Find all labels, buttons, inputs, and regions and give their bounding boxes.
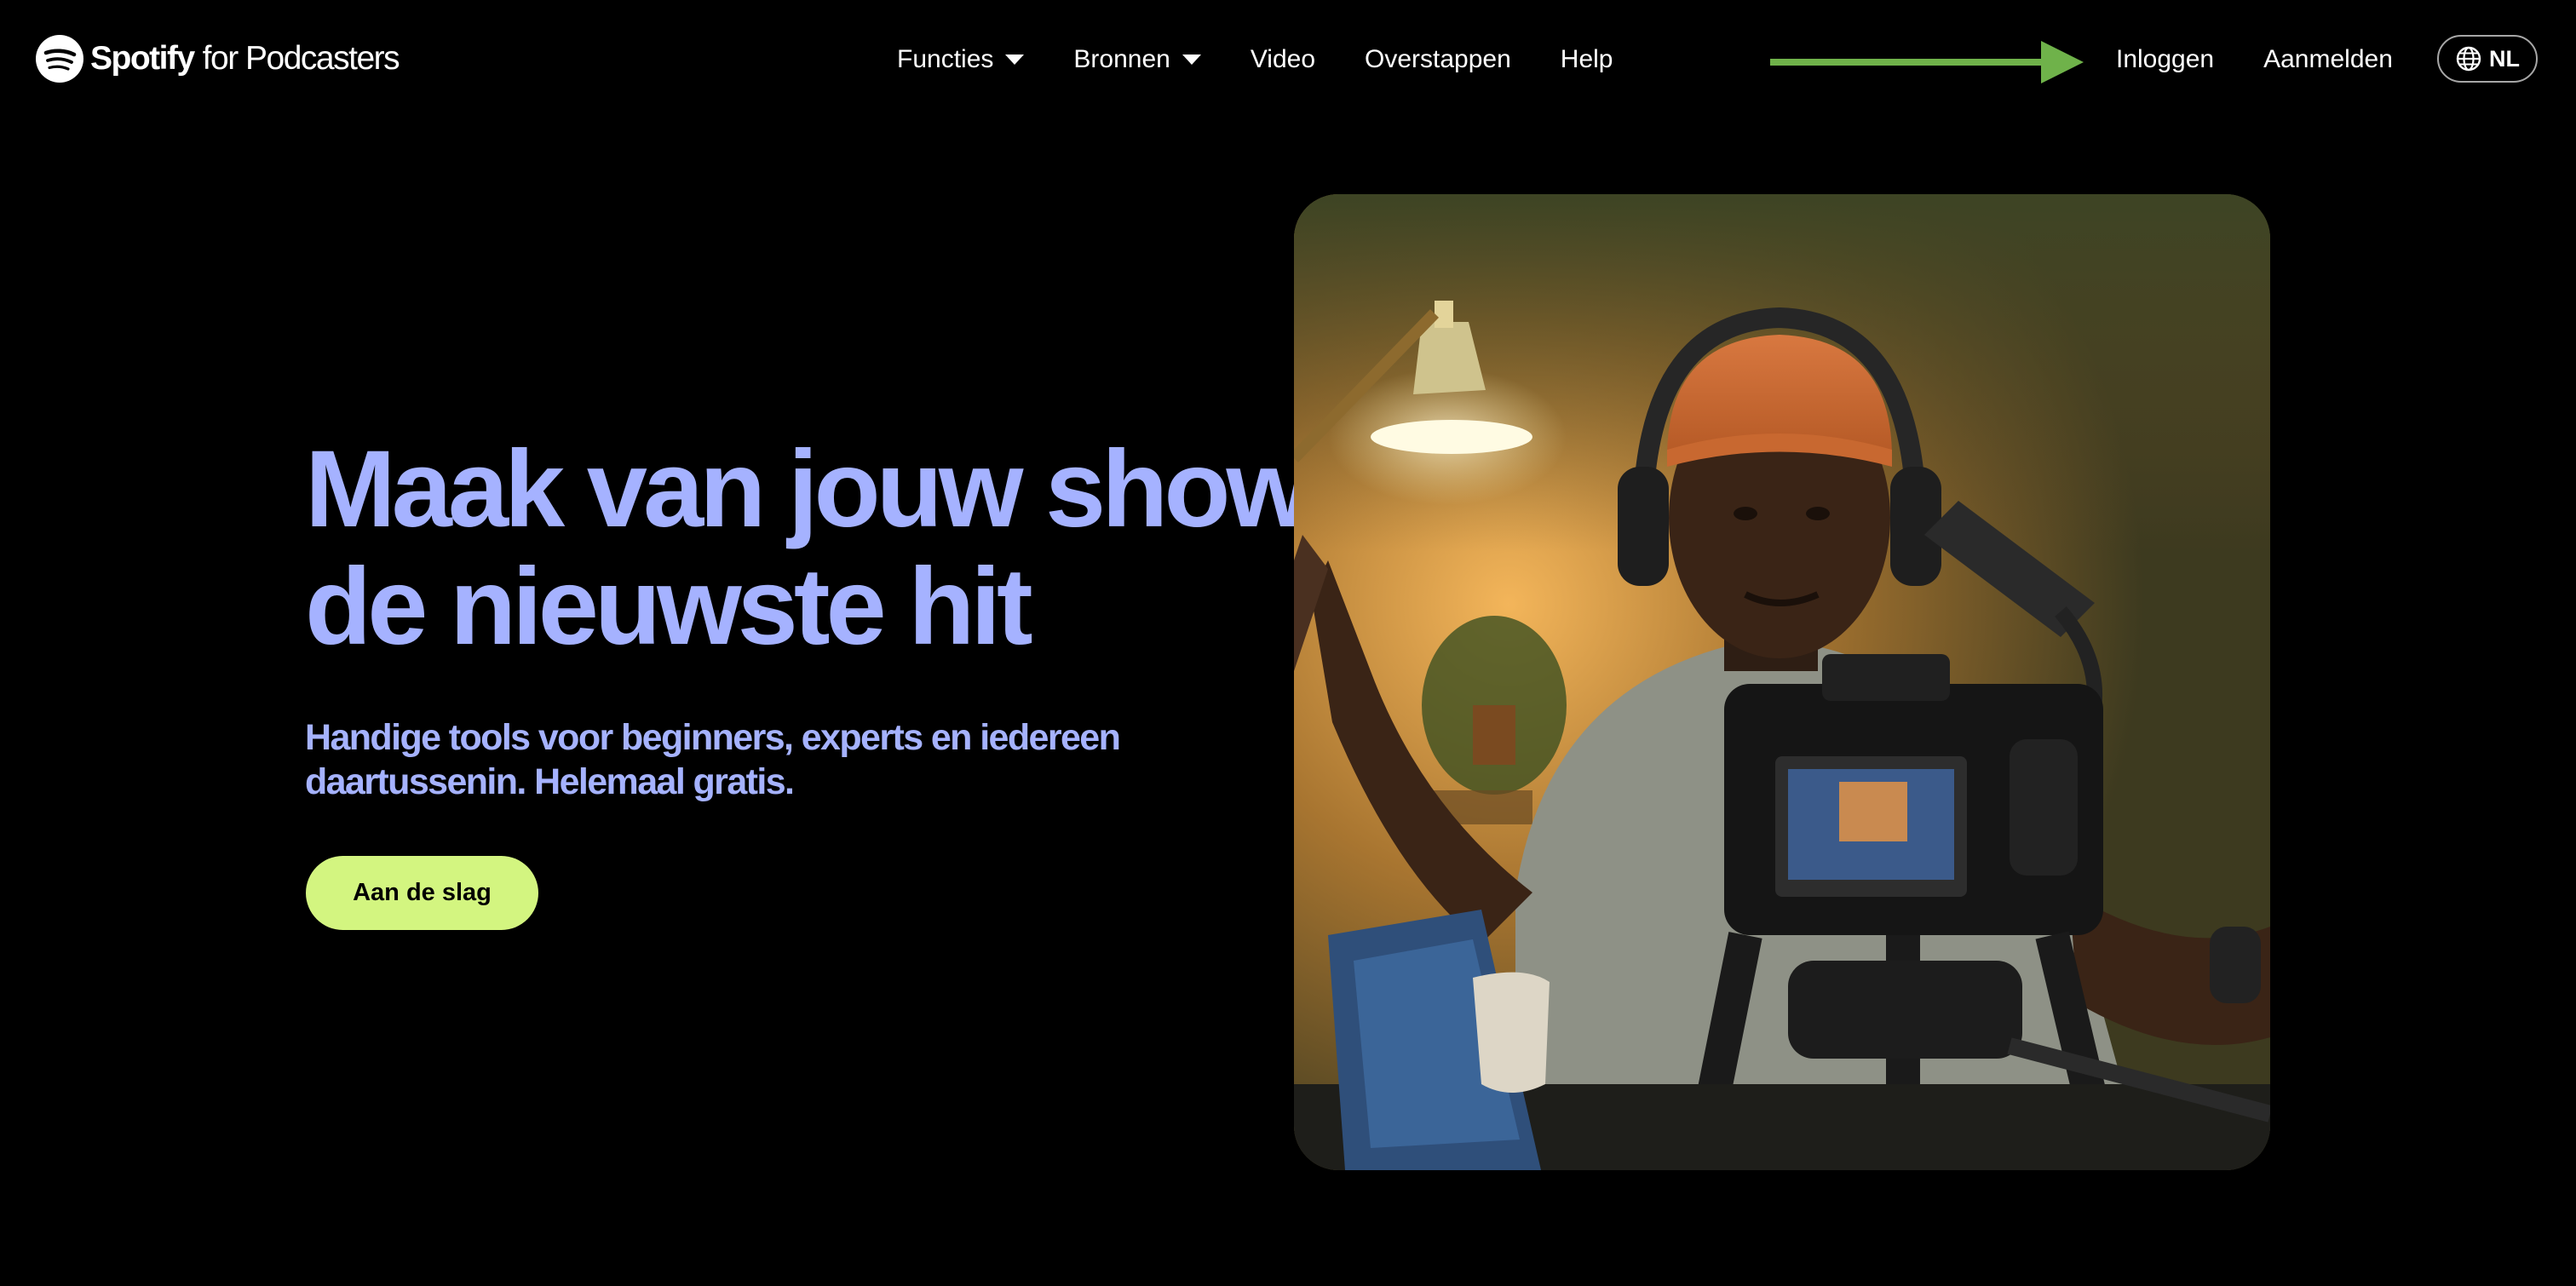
- globe-icon: [2456, 46, 2481, 72]
- logo-brand: Spotify: [90, 40, 195, 77]
- hero-title-line: de nieuwste hit: [305, 546, 1033, 668]
- main-nav: Functies Bronnen Video Overstappen Help: [897, 37, 1613, 82]
- logo-suffix: for Podcasters: [202, 40, 400, 77]
- hero-image: [1294, 194, 2270, 1170]
- nav-item-video[interactable]: Video: [1251, 45, 1315, 74]
- login-link[interactable]: Inloggen: [2116, 45, 2214, 74]
- language-selector-button[interactable]: NL: [2437, 35, 2538, 83]
- site-header: Spotify for Podcasters Functies Bronnen …: [0, 0, 2576, 119]
- podcaster-scene-image: [1294, 194, 2270, 1170]
- annotation-arrow-icon: [1770, 41, 2084, 83]
- nav-item-label: Help: [1560, 45, 1613, 73]
- nav-item-label: Video: [1250, 45, 1316, 73]
- hero-title: Maak van jouw show de nieuwste hit: [305, 428, 1311, 668]
- logo-wordmark: Spotify for Podcasters: [90, 40, 400, 78]
- nav-item-bronnen[interactable]: Bronnen: [1073, 45, 1201, 74]
- nav-item-overstappen[interactable]: Overstappen: [1365, 45, 1511, 74]
- get-started-button[interactable]: Aan de slag: [306, 856, 538, 930]
- nav-item-label: Overstappen: [1365, 45, 1511, 73]
- hero-subtitle: Handige tools voor beginners, experts en…: [305, 717, 1121, 802]
- spotify-for-podcasters-logo[interactable]: Spotify for Podcasters: [36, 34, 400, 83]
- auth-links: Inloggen Aanmelden: [2116, 37, 2393, 82]
- caret-down-icon: [1182, 55, 1201, 65]
- language-code: NL: [2489, 45, 2520, 72]
- nav-item-help[interactable]: Help: [1561, 45, 1613, 74]
- nav-item-label: Bronnen: [1073, 45, 1170, 73]
- nav-item-label: Functies: [897, 45, 994, 73]
- nav-item-functies[interactable]: Functies: [897, 45, 1025, 74]
- hero-title-line: Maak van jouw show: [305, 428, 1311, 550]
- signup-link[interactable]: Aanmelden: [2263, 45, 2393, 74]
- spotify-logo-icon: [36, 35, 83, 83]
- caret-down-icon: [1005, 55, 1025, 65]
